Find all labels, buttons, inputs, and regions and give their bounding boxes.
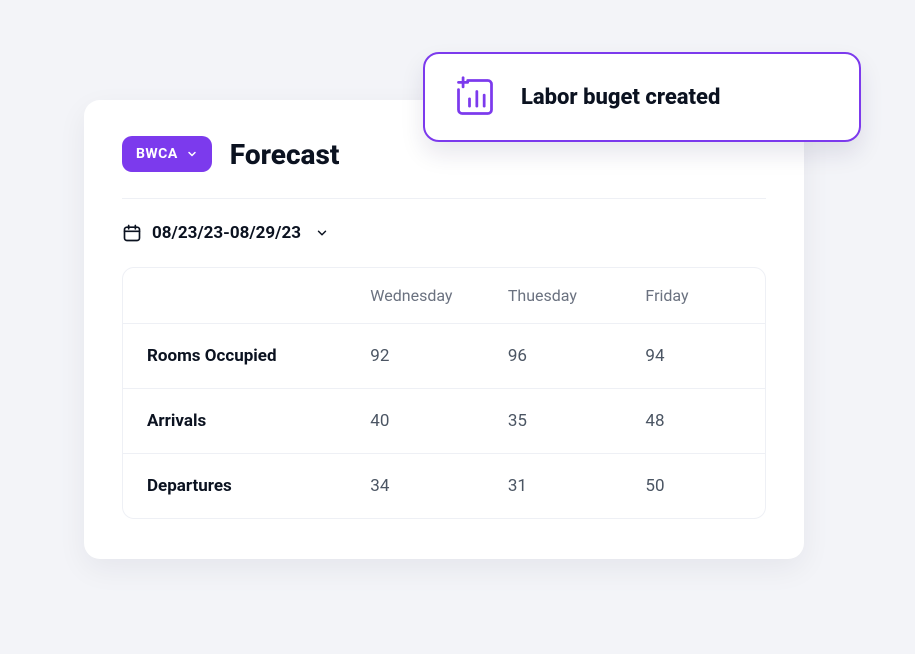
- date-range-picker[interactable]: 08/23/23-08/29/23: [122, 223, 766, 243]
- table-cell: 40: [352, 389, 490, 453]
- date-range-text: 08/23/23-08/29/23: [152, 223, 301, 243]
- calendar-icon: [122, 223, 142, 243]
- table-header-cell: Wednesday: [352, 268, 490, 323]
- card-header: BWCA Forecast: [122, 136, 766, 199]
- table-cell: 96: [490, 324, 628, 388]
- table-cell: 31: [490, 454, 628, 518]
- table-row: Arrivals 40 35 48: [123, 388, 765, 453]
- toast-notification: Labor buget created: [423, 52, 861, 142]
- table-cell: 34: [352, 454, 490, 518]
- table-row-label: Rooms Occupied: [123, 324, 352, 388]
- table-row: Rooms Occupied 92 96 94: [123, 323, 765, 388]
- add-chart-icon: [453, 75, 497, 119]
- property-dropdown[interactable]: BWCA: [122, 136, 212, 172]
- table-header-cell: [123, 278, 352, 314]
- forecast-card: BWCA Forecast 08/23/23-08/29/23 Wednesda…: [84, 100, 804, 559]
- table-row: Departures 34 31 50: [123, 453, 765, 518]
- table-row-label: Departures: [123, 454, 352, 518]
- table-cell: 50: [627, 454, 765, 518]
- table-cell: 92: [352, 324, 490, 388]
- table-cell: 48: [627, 389, 765, 453]
- forecast-table: Wednesday Thuesday Friday Rooms Occupied…: [122, 267, 766, 519]
- table-header-cell: Thuesday: [490, 268, 628, 323]
- chevron-down-icon: [186, 148, 198, 160]
- property-dropdown-label: BWCA: [136, 146, 178, 162]
- chevron-down-icon: [315, 226, 329, 240]
- table-cell: 94: [627, 324, 765, 388]
- toast-message: Labor buget created: [521, 85, 720, 110]
- table-cell: 35: [490, 389, 628, 453]
- page-title: Forecast: [230, 138, 340, 171]
- table-header-cell: Friday: [627, 268, 765, 323]
- table-row-label: Arrivals: [123, 389, 352, 453]
- table-header-row: Wednesday Thuesday Friday: [123, 268, 765, 323]
